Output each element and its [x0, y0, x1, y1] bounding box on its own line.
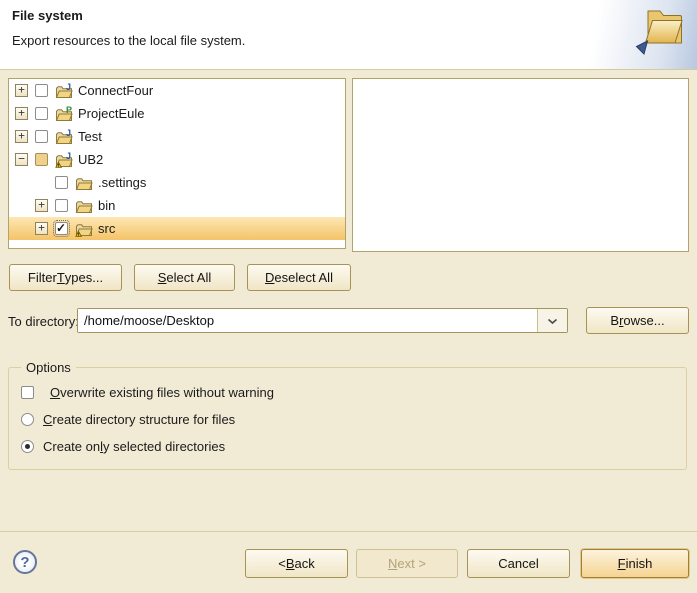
tree-action-buttons: Filter Types... Select All Deselect All: [9, 264, 351, 291]
tree-checkbox[interactable]: [35, 84, 48, 97]
option-radio[interactable]: [21, 440, 34, 453]
expand-plus-icon[interactable]: +: [35, 222, 48, 235]
tree-row[interactable]: + src: [9, 217, 345, 240]
tree-checkbox[interactable]: [55, 199, 68, 212]
tree-item-label: src: [98, 221, 115, 236]
combo-dropdown-button[interactable]: [537, 309, 567, 332]
tree-item-label: Test: [78, 129, 102, 144]
option-row[interactable]: Create directory structure for files: [9, 406, 686, 433]
footer-separator: [0, 531, 697, 532]
option-label: Create directory structure for files: [43, 412, 235, 427]
option-label: Create only selected directories: [43, 439, 225, 454]
tree-item-label: UB2: [78, 152, 103, 167]
options-legend: Options: [21, 360, 76, 375]
tree-checkbox[interactable]: [35, 153, 48, 166]
tree-row[interactable]: − J UB2: [9, 148, 345, 171]
tree-row[interactable]: + J Test: [9, 125, 345, 148]
java-project-icon: J: [55, 83, 73, 99]
svg-text:P: P: [66, 106, 72, 115]
tree-item-label: ConnectFour: [78, 83, 153, 98]
cancel-button[interactable]: Cancel: [467, 549, 570, 578]
expand-plus-icon[interactable]: +: [15, 107, 28, 120]
chevron-down-icon: [547, 313, 558, 328]
expand-plus-icon[interactable]: +: [35, 199, 48, 212]
svg-text:J: J: [66, 152, 71, 161]
export-folder-icon: [634, 3, 690, 65]
tree-checkbox[interactable]: [35, 107, 48, 120]
back-button[interactable]: < Back: [245, 549, 348, 578]
option-radio[interactable]: [21, 413, 34, 426]
help-button[interactable]: ?: [13, 550, 37, 574]
tree-checkbox[interactable]: [35, 130, 48, 143]
resource-tree[interactable]: + J ConnectFour + P ProjectEule + J Test − J UB2 .se…: [8, 78, 346, 249]
tree-item-label: .settings: [98, 175, 146, 190]
folder-icon: [75, 175, 93, 191]
page-title: File system: [12, 8, 83, 23]
next-button[interactable]: Next >: [356, 549, 458, 578]
file-list-panel[interactable]: [352, 78, 689, 252]
wizard-header: File system Export resources to the loca…: [0, 0, 697, 70]
expand-plus-icon[interactable]: +: [15, 84, 28, 97]
finish-button[interactable]: Finish: [581, 549, 689, 578]
tree-item-label: bin: [98, 198, 115, 213]
collapse-minus-icon[interactable]: −: [15, 153, 28, 166]
to-directory-label: To directory:: [8, 314, 79, 329]
svg-text:J: J: [66, 129, 71, 138]
option-row[interactable]: Create only selected directories: [9, 433, 686, 460]
tree-row[interactable]: + bin: [9, 194, 345, 217]
filter-types-button[interactable]: Filter Types...: [9, 264, 122, 291]
option-row[interactable]: Overwrite existing files without warning: [9, 379, 686, 406]
directory-combobox: [77, 308, 568, 333]
p-project-icon: P: [55, 106, 73, 122]
select-all-button[interactable]: Select All: [134, 264, 235, 291]
tree-checkbox[interactable]: [55, 222, 68, 235]
tree-row[interactable]: .settings: [9, 171, 345, 194]
java-project-icon: J: [55, 129, 73, 145]
directory-input[interactable]: [78, 309, 537, 332]
page-subtitle: Export resources to the local file syste…: [12, 33, 245, 48]
expand-plus-icon[interactable]: +: [15, 130, 28, 143]
folder-warning-icon: [75, 221, 93, 237]
deselect-all-button[interactable]: Deselect All: [247, 264, 351, 291]
browse-button[interactable]: Browse...: [586, 307, 689, 334]
tree-row[interactable]: + P ProjectEule: [9, 102, 345, 125]
tree-row[interactable]: + J ConnectFour: [9, 79, 345, 102]
option-checkbox[interactable]: [21, 386, 34, 399]
folder-icon: [75, 198, 93, 214]
tree-item-label: ProjectEule: [78, 106, 144, 121]
options-group: Options Overwrite existing files without…: [8, 360, 687, 470]
svg-text:J: J: [66, 83, 71, 92]
option-label: Overwrite existing files without warning: [50, 385, 274, 400]
tree-checkbox[interactable]: [55, 176, 68, 189]
java-project-warning-icon: J: [55, 152, 73, 168]
